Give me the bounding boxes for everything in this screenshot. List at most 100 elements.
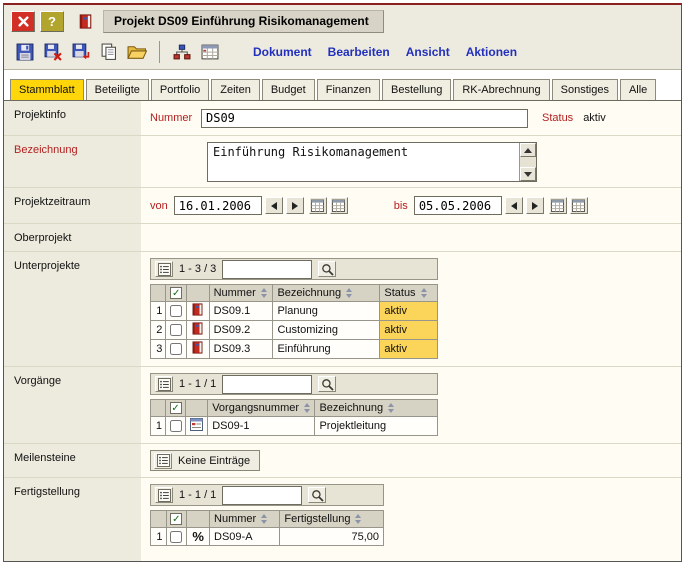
list-menu-button[interactable] bbox=[155, 376, 173, 392]
list-menu-button[interactable] bbox=[155, 487, 173, 503]
col-header-vorgangsnummer[interactable]: Vorgangsnummer bbox=[208, 400, 315, 417]
report-button[interactable] bbox=[197, 40, 223, 64]
project-icon bbox=[192, 341, 203, 354]
search-input[interactable] bbox=[222, 486, 302, 505]
table-row[interactable]: 3 DS09.3 Einführung aktiv bbox=[151, 340, 438, 359]
row-checkbox[interactable] bbox=[170, 420, 182, 432]
meilensteine-control[interactable]: Keine Einträge bbox=[150, 450, 260, 471]
bis-prev-button[interactable] bbox=[505, 197, 523, 214]
select-all-checkbox[interactable]: ✓ bbox=[170, 287, 182, 299]
save-as-button[interactable] bbox=[68, 40, 94, 64]
row-checkbox[interactable] bbox=[170, 324, 182, 336]
sort-icon[interactable] bbox=[346, 288, 352, 298]
scroll-up-button[interactable] bbox=[520, 143, 536, 157]
von-calendar-month-button[interactable] bbox=[330, 197, 348, 214]
von-prev-button[interactable] bbox=[265, 197, 283, 214]
von-next-button[interactable] bbox=[286, 197, 304, 214]
select-all-checkbox[interactable]: ✓ bbox=[170, 402, 182, 414]
unterprojekte-widget: 1 - 3 / 3 ✓ Nummer Bezeichnun bbox=[150, 258, 438, 359]
save-close-button[interactable] bbox=[40, 40, 66, 64]
list-icon bbox=[158, 489, 171, 502]
search-icon bbox=[321, 263, 334, 276]
row-number-header bbox=[151, 511, 167, 528]
search-button[interactable] bbox=[318, 376, 336, 392]
search-button[interactable] bbox=[308, 487, 326, 503]
list-menu-button[interactable] bbox=[155, 261, 173, 277]
open-button[interactable] bbox=[124, 40, 150, 64]
sort-icon[interactable] bbox=[388, 403, 394, 413]
col-header-status[interactable]: Status bbox=[380, 285, 438, 302]
tab-portfolio[interactable]: Portfolio bbox=[151, 79, 209, 100]
row-checkbox[interactable] bbox=[170, 305, 182, 317]
tab-bestellung[interactable]: Bestellung bbox=[382, 79, 451, 100]
save-icon bbox=[16, 43, 34, 61]
arrow-right-icon bbox=[532, 202, 538, 210]
menu-aktionen[interactable]: Aktionen bbox=[466, 45, 517, 59]
sort-icon[interactable] bbox=[261, 288, 267, 298]
tab-sonstiges[interactable]: Sonstiges bbox=[552, 79, 618, 100]
table-row[interactable]: 2 DS09.2 Customizing aktiv bbox=[151, 321, 438, 340]
search-input[interactable] bbox=[222, 260, 312, 279]
bis-date-input[interactable] bbox=[414, 196, 502, 215]
tab-stammblatt[interactable]: Stammblatt bbox=[10, 79, 84, 100]
menu-ansicht[interactable]: Ansicht bbox=[406, 45, 450, 59]
task-icon bbox=[190, 418, 203, 431]
row-checkbox[interactable] bbox=[170, 531, 182, 543]
nummer-input[interactable] bbox=[201, 109, 528, 128]
unterprojekte-table: ✓ Nummer Bezeichnung Status 1 DS09.1 bbox=[150, 284, 438, 359]
pager-text: 1 - 3 / 3 bbox=[179, 263, 216, 275]
tab-rk-abrechnung[interactable]: RK-Abrechnung bbox=[453, 79, 549, 100]
sort-icon[interactable] bbox=[261, 514, 267, 524]
table-row[interactable]: 1 DS09-1 Projektleitung bbox=[151, 417, 438, 436]
tab-budget[interactable]: Budget bbox=[262, 79, 315, 100]
col-header-nummer[interactable]: Nummer bbox=[210, 511, 280, 528]
select-all-checkbox[interactable]: ✓ bbox=[170, 513, 182, 525]
vorgaenge-widget: 1 - 1 / 1 ✓ Vorgangsnummer Be bbox=[150, 373, 438, 436]
toolbar: Dokument Bearbeiten Ansicht Aktionen bbox=[4, 37, 681, 70]
bis-label: bis bbox=[394, 200, 408, 212]
search-input[interactable] bbox=[222, 375, 312, 394]
tab-alle[interactable]: Alle bbox=[620, 79, 656, 100]
bezeichnung-textarea[interactable]: Einführung Risikomanagement bbox=[207, 142, 537, 182]
scrollbar[interactable] bbox=[519, 143, 536, 181]
von-date-input[interactable] bbox=[174, 196, 262, 215]
menu-dokument[interactable]: Dokument bbox=[253, 45, 312, 59]
tab-zeiten[interactable]: Zeiten bbox=[211, 79, 260, 100]
table-row[interactable]: 1 DS09.1 Planung aktiv bbox=[151, 302, 438, 321]
von-label: von bbox=[150, 200, 168, 212]
sort-icon[interactable] bbox=[421, 288, 427, 298]
menu-bearbeiten[interactable]: Bearbeiten bbox=[328, 45, 390, 59]
close-button[interactable] bbox=[11, 11, 35, 32]
bis-calendar-month-button[interactable] bbox=[570, 197, 588, 214]
search-icon bbox=[321, 378, 334, 391]
help-button[interactable]: ? bbox=[40, 11, 64, 32]
sort-icon[interactable] bbox=[355, 514, 361, 524]
list-icon bbox=[158, 263, 171, 276]
row-checkbox[interactable] bbox=[170, 343, 182, 355]
row-label: Oberprojekt bbox=[4, 224, 141, 251]
col-header-fertigstellung[interactable]: Fertigstellung bbox=[280, 511, 384, 528]
sort-icon[interactable] bbox=[304, 403, 310, 413]
pager-text: 1 - 1 / 1 bbox=[179, 489, 216, 501]
bis-calendar-day-button[interactable] bbox=[549, 197, 567, 214]
list-menu-button[interactable] bbox=[154, 453, 172, 469]
copy-button[interactable] bbox=[96, 40, 122, 64]
status-value: aktiv bbox=[583, 112, 606, 124]
row-label: Projektinfo bbox=[4, 101, 141, 135]
col-header-nummer[interactable]: Nummer bbox=[209, 285, 273, 302]
table-row[interactable]: 1 % DS09-A 75,00 bbox=[151, 528, 384, 546]
row-oberprojekt: Oberprojekt bbox=[4, 224, 681, 252]
row-number-header bbox=[151, 285, 166, 302]
tab-beteiligte[interactable]: Beteiligte bbox=[86, 79, 149, 100]
nummer-label: Nummer bbox=[150, 112, 201, 124]
tab-finanzen[interactable]: Finanzen bbox=[317, 79, 380, 100]
von-calendar-day-button[interactable] bbox=[309, 197, 327, 214]
structure-button[interactable] bbox=[169, 40, 195, 64]
col-header-bezeichnung[interactable]: Bezeichnung bbox=[273, 285, 380, 302]
search-button[interactable] bbox=[318, 261, 336, 277]
scroll-down-button[interactable] bbox=[520, 167, 536, 181]
col-header-bezeichnung[interactable]: Bezeichnung bbox=[315, 400, 438, 417]
bis-next-button[interactable] bbox=[526, 197, 544, 214]
save-button[interactable] bbox=[12, 40, 38, 64]
table-header-row: ✓ Nummer Bezeichnung Status bbox=[151, 285, 438, 302]
